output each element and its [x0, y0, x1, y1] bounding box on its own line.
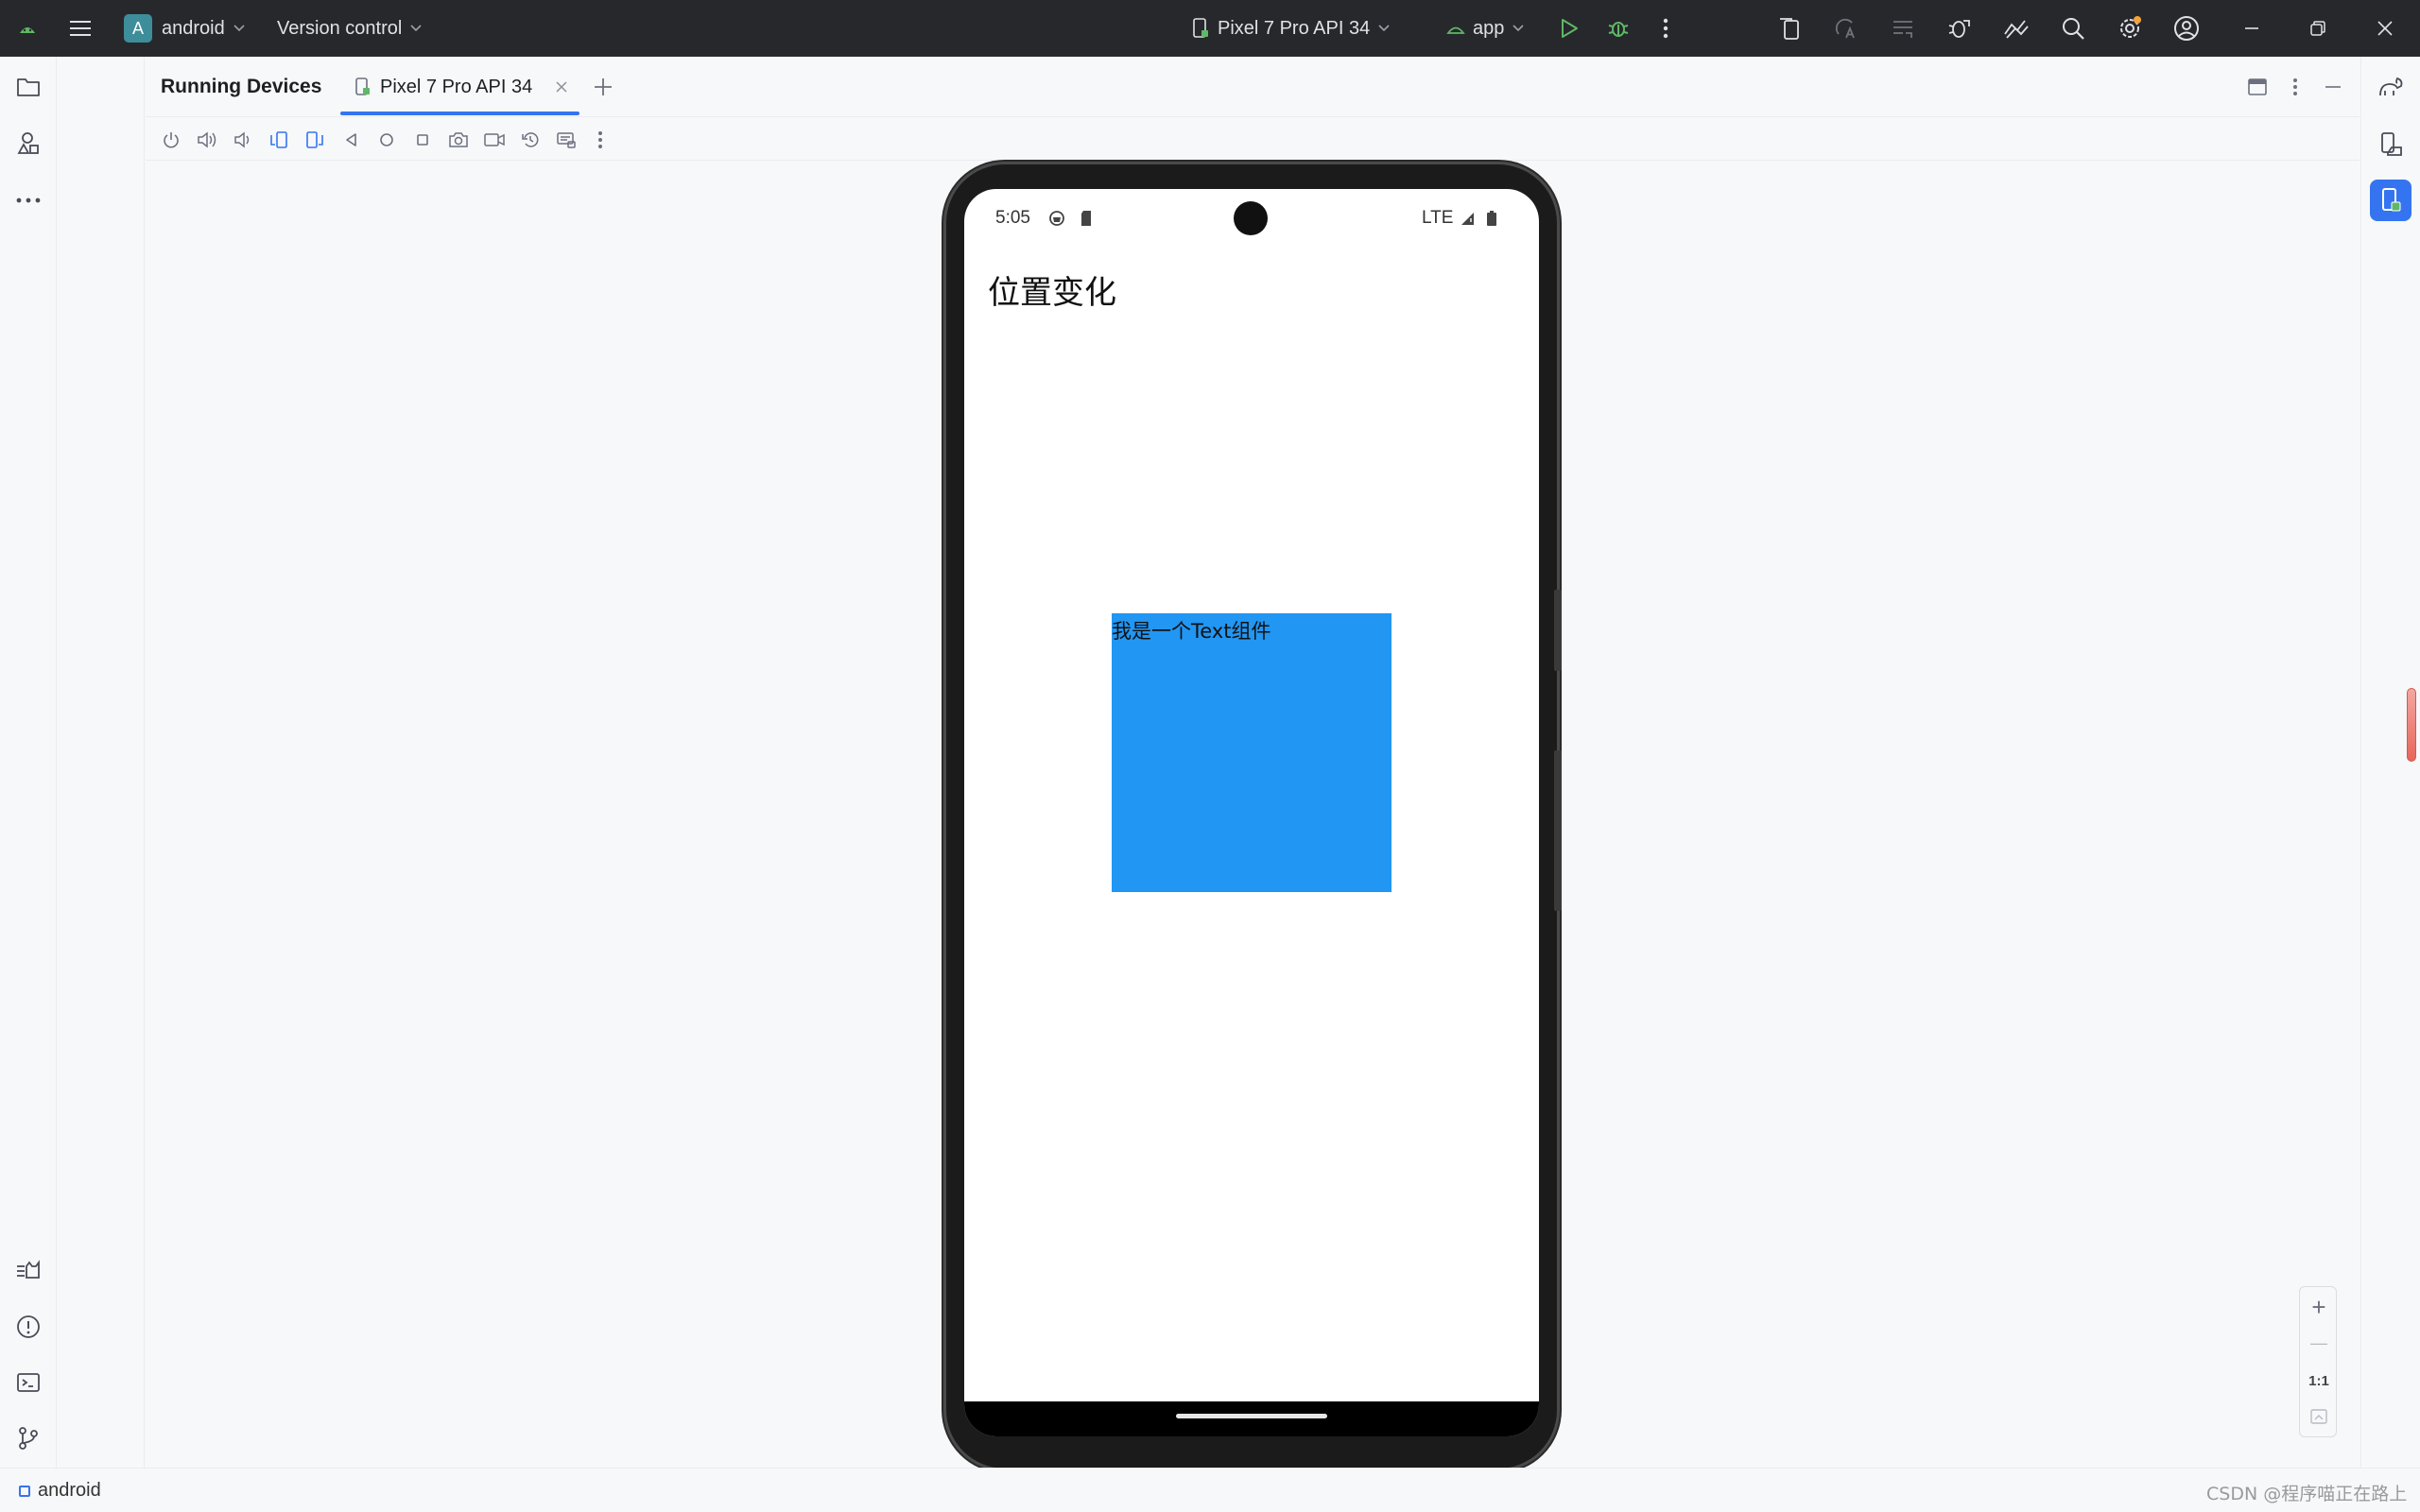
device-toolbar: [146, 118, 2360, 161]
network-type-label: LTE: [1422, 208, 1454, 228]
screenshot-camera-icon[interactable]: [444, 126, 473, 154]
volume-down-icon[interactable]: [229, 126, 257, 154]
search-icon[interactable]: [2059, 14, 2087, 43]
ide-status-bar: android CSDN @程序喵正在路上: [0, 1468, 2420, 1512]
zoom-controls: + — 1:1: [2299, 1286, 2337, 1437]
device-tab-label: Pixel 7 Pro API 34: [380, 76, 533, 97]
options-menu-icon[interactable]: [2282, 74, 2308, 100]
android-status-bar: 5:05 LTE: [964, 189, 1539, 246]
phone-power-button: [1554, 590, 1562, 671]
home-icon[interactable]: [372, 126, 401, 154]
device-mirroring-icon[interactable]: [2002, 14, 2031, 43]
sd-card-icon: [1077, 209, 1096, 228]
resource-manager-icon[interactable]: [8, 123, 49, 164]
tool-window-title: Running Devices: [161, 76, 322, 97]
restore-window-icon[interactable]: [2304, 14, 2332, 43]
more-device-actions-icon[interactable]: [586, 126, 614, 154]
device-selector[interactable]: Pixel 7 Pro API 34: [1191, 0, 1390, 57]
terminal-icon[interactable]: [8, 1362, 49, 1403]
more-tool-windows-icon[interactable]: [8, 180, 49, 221]
attach-debugger-icon[interactable]: [1945, 14, 1974, 43]
gradle-icon[interactable]: [2370, 66, 2411, 108]
volume-up-icon[interactable]: [193, 126, 221, 154]
problems-icon[interactable]: [8, 1306, 49, 1348]
status-time: 5:05: [995, 208, 1030, 228]
device-file-explorer-icon[interactable]: [2370, 123, 2411, 164]
rotate-left-icon[interactable]: [265, 126, 293, 154]
add-device-tab-icon[interactable]: [590, 74, 616, 100]
chevron-down-icon: [233, 25, 245, 32]
main-menu-button[interactable]: [68, 0, 93, 57]
device-phone-icon: [355, 77, 370, 95]
settings-gear-icon[interactable]: [2116, 14, 2144, 43]
snapshots-icon[interactable]: [516, 126, 544, 154]
run-config-selector[interactable]: app: [1446, 0, 1524, 57]
right-tool-stripe: [2360, 57, 2420, 1468]
vertical-scrollbar-thumb[interactable]: [2407, 688, 2416, 762]
status-project-breadcrumb[interactable]: android: [19, 1469, 101, 1512]
home-gesture-handle[interactable]: [1176, 1414, 1327, 1418]
left-tool-stripe: [0, 57, 57, 1468]
debug-icon[interactable]: [1604, 14, 1633, 43]
apply-changes-icon: [1832, 14, 1860, 43]
overview-icon[interactable]: [408, 126, 437, 154]
rotate-right-icon[interactable]: [301, 126, 329, 154]
screen-record-icon[interactable]: [480, 126, 509, 154]
more-actions-icon[interactable]: [1651, 14, 1680, 43]
emulator-screen[interactable]: 5:05 LTE 位置变化 我是一个Text组件: [964, 189, 1539, 1436]
project-name: android: [162, 17, 225, 39]
running-devices-icon[interactable]: [2370, 180, 2411, 221]
tab-pixel-7-pro[interactable]: Pixel 7 Pro API 34: [340, 57, 579, 117]
zoom-in-button[interactable]: +: [2300, 1289, 2338, 1325]
apply-code-changes-icon: [1889, 14, 1917, 43]
close-tab-icon[interactable]: [552, 77, 571, 96]
data-saver-icon: [1047, 209, 1066, 228]
text-component-label: 我是一个Text组件: [1112, 620, 1271, 643]
status-project-name: android: [38, 1480, 101, 1501]
window-layout-icon[interactable]: [2244, 74, 2271, 100]
close-window-icon[interactable]: [2371, 14, 2399, 43]
chevron-down-icon: [1512, 25, 1524, 32]
battery-icon: [1482, 209, 1501, 228]
android-icon: [1446, 26, 1465, 34]
zoom-actual-size-button[interactable]: 1:1: [2300, 1363, 2338, 1399]
app-screen-title: 位置变化: [988, 274, 1116, 312]
project-folder-icon[interactable]: [8, 66, 49, 108]
hide-tool-window-icon[interactable]: [2320, 74, 2346, 100]
run-icon[interactable]: [1555, 14, 1583, 43]
logcat-icon[interactable]: [8, 1249, 49, 1291]
module-icon: [19, 1485, 30, 1497]
text-component-box[interactable]: 我是一个Text组件: [1112, 613, 1392, 892]
project-badge: A: [124, 14, 152, 43]
chevron-down-icon: [410, 25, 422, 32]
version-control-icon[interactable]: [8, 1418, 49, 1459]
device-manager-icon[interactable]: [1775, 14, 1804, 43]
left-panel-gap: [58, 57, 145, 1468]
power-icon[interactable]: [157, 126, 185, 154]
phone-volume-rocker: [1554, 750, 1562, 911]
watermark: CSDN @程序喵正在路上: [2206, 1484, 2408, 1504]
zoom-out-button[interactable]: —: [2300, 1325, 2338, 1361]
title-bar: A android Version control Pixel 7 Pro AP…: [0, 0, 2420, 57]
zoom-fit-screen-icon[interactable]: [2300, 1399, 2338, 1435]
running-devices-header: Running Devices Pixel 7 Pro API 34: [146, 57, 2360, 117]
camera-punch-hole: [1234, 201, 1268, 235]
run-config-label: app: [1473, 17, 1505, 39]
android-studio-logo-icon: [17, 0, 38, 57]
minimize-window-icon[interactable]: [2238, 14, 2266, 43]
extended-controls-icon[interactable]: [552, 126, 580, 154]
chevron-down-icon: [1378, 25, 1390, 32]
account-icon[interactable]: [2172, 14, 2201, 43]
project-selector[interactable]: A android: [124, 0, 245, 57]
version-control-label: Version control: [277, 17, 403, 39]
version-control-selector[interactable]: Version control: [277, 0, 422, 57]
signal-strength-icon: [1459, 209, 1478, 228]
device-phone-icon: [1193, 18, 1208, 38]
active-tab-indicator: [340, 112, 579, 115]
device-selector-label: Pixel 7 Pro API 34: [1218, 17, 1371, 39]
gesture-navigation-bar: [964, 1401, 1539, 1436]
back-icon[interactable]: [337, 126, 365, 154]
